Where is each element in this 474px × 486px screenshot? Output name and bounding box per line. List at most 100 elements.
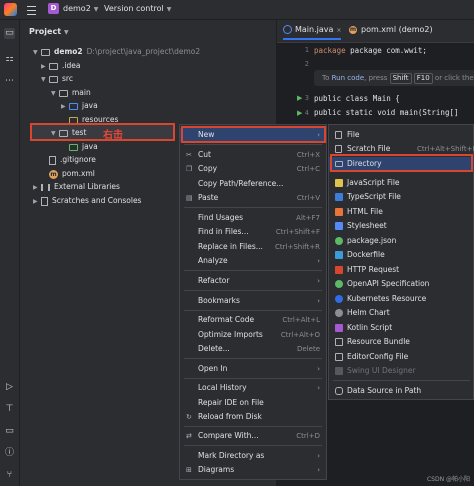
menu-item-optimize-imports[interactable]: Optimize Imports Ctrl+Alt+O [180,328,326,342]
menu-item-paste[interactable]: ▤ Paste Ctrl+V [180,191,326,205]
diagram-icon: ⊞ [186,466,192,474]
scratch-file-icon [335,145,342,153]
menu-item-copy[interactable]: ❐ Copy Ctrl+C [180,162,326,176]
tree-item-label: src [62,74,73,83]
tab-label: pom.xml (demo2) [361,25,433,34]
chevron-down-icon: ▼ [93,6,99,13]
submenu-item-resource-bundle[interactable]: Resource Bundle [329,335,474,349]
menu-item-reload-from-disk[interactable]: ↻ Reload from Disk [180,410,326,424]
openapi-icon [335,280,343,288]
tree-item-pom[interactable]: m pom.xml [49,167,95,180]
menu-item-find-usages[interactable]: Find Usages Alt+F7 [180,211,326,225]
chevron-down-icon[interactable]: ▼ [41,73,49,86]
line-number: 4 [304,109,309,117]
project-folder-icon[interactable]: ▭ [4,28,15,39]
tree-item-test[interactable]: ▼ test [51,126,86,139]
build-hammer-icon[interactable]: ⊤ [4,404,15,415]
menu-item-local-history[interactable]: Local History › [180,381,326,395]
tree-item-src[interactable]: ▼ src [41,72,73,85]
new-highlight-box [181,126,326,143]
chevron-down-icon[interactable]: ▼ [51,87,59,100]
submenu-item-helm-chart[interactable]: Helm Chart [329,306,474,320]
terminal-icon[interactable]: ▭ [4,426,15,437]
submenu-item-kubernetes[interactable]: Kubernetes Resource [329,292,474,306]
menu-item-bookmarks[interactable]: Bookmarks › [180,294,326,308]
tree-item-label: demo2 [54,47,83,56]
structure-icon[interactable]: ⚏ [4,54,15,65]
tab-pom-xml[interactable]: m pom.xml (demo2) [349,25,433,34]
chevron-down-icon: ▼ [166,6,172,13]
tree-item-external-libraries[interactable]: ▶ External Libraries [33,180,120,193]
menu-item-delete[interactable]: Delete... Delete [180,342,326,356]
submenu-item-file[interactable]: File [329,128,474,142]
watermark: CSDN @帕小阳 [426,476,470,483]
problems-icon[interactable]: ⓘ [4,448,15,459]
tree-item-scratches[interactable]: ▶ Scratches and Consoles [33,194,141,207]
line-number: 3 [304,94,309,102]
submenu-item-kotlin-script[interactable]: Kotlin Script [329,321,474,335]
tree-item-main-java[interactable]: ▶ java [61,99,98,112]
git-icon[interactable]: ⑂ [4,470,15,481]
chevron-right-icon[interactable]: ▶ [33,181,41,194]
tree-item-test-java[interactable]: java [69,140,98,153]
menu-item-refactor[interactable]: Refactor › [180,274,326,288]
menu-item-open-in[interactable]: Open In › [180,362,326,376]
editorconfig-icon [335,353,343,361]
menu-item-compare-with[interactable]: ⇄ Compare With... Ctrl+D [180,429,326,443]
project-switcher[interactable]: demo2 ▼ [63,4,98,13]
more-tools-icon[interactable]: ⋯ [4,76,15,87]
hamburger-menu-icon[interactable] [27,3,36,15]
menu-item-repair-ide[interactable]: Repair IDE on File [180,396,326,410]
tree-item-label: main [72,88,91,97]
resource-bundle-icon [335,338,343,346]
submenu-item-javascript-file[interactable]: JavaScript File [329,176,474,190]
submenu-item-typescript-file[interactable]: TypeScript File [329,190,474,204]
menu-item-cut[interactable]: ✂ Cut Ctrl+X [180,148,326,162]
submenu-item-data-source[interactable]: Data Source in Path [329,384,474,398]
chevron-right-icon[interactable]: ▶ [33,195,41,208]
intellij-logo-icon[interactable] [4,3,17,16]
tree-item-demo2[interactable]: ▼ demo2 D:\project\java_project\demo2 [33,45,200,58]
tree-item-label: test [72,128,87,137]
submenu-item-http-request[interactable]: HTTP Request [329,263,474,277]
project-name: demo2 [63,4,91,13]
menu-item-analyze[interactable]: Analyze › [180,254,326,268]
kubernetes-icon [335,295,343,303]
chevron-right-icon: › [317,466,320,474]
menu-item-replace-in-files[interactable]: Replace in Files... Ctrl+Shift+R [180,240,326,254]
submenu-item-html-file[interactable]: HTML File [329,205,474,219]
run-services-icon[interactable]: ▷ [4,382,15,393]
folder-icon [59,129,68,137]
tree-item-main[interactable]: ▼ main [51,86,91,99]
submenu-item-stylesheet[interactable]: Stylesheet [329,219,474,233]
project-panel-title[interactable]: Project ▼ [29,27,69,36]
tab-main-java[interactable]: Main.java × [283,25,342,40]
code-line[interactable]: public class Main { [314,94,400,103]
chevron-right-icon: › [317,297,320,305]
project-badge[interactable]: D [48,3,59,14]
menu-item-find-in-files[interactable]: Find in Files... Ctrl+Shift+F [180,225,326,239]
version-control-widget[interactable]: Version control ▼ [104,4,171,13]
menu-item-mark-directory-as[interactable]: Mark Directory as › [180,449,326,463]
close-icon[interactable]: × [336,27,341,34]
code-line[interactable]: package package com.wwit; [314,46,427,55]
submenu-item-openapi[interactable]: OpenAPI Specification [329,277,474,291]
chevron-down-icon[interactable]: ▼ [33,46,41,59]
tree-item-gitignore[interactable]: .gitignore [49,153,96,166]
code-line[interactable]: public static void main(String[] [314,108,459,117]
source-folder-icon [69,102,78,110]
folder-icon [41,48,50,56]
menu-item-diagrams[interactable]: ⊞ Diagrams › [180,463,326,477]
submenu-item-package-json[interactable]: package.json [329,234,474,248]
menu-item-reformat-code[interactable]: Reformat Code Ctrl+Alt+L [180,313,326,327]
chevron-down-icon[interactable]: ▼ [51,127,59,140]
menu-item-copy-path[interactable]: Copy Path/Reference... [180,177,326,191]
submenu-item-dockerfile[interactable]: Dockerfile [329,248,474,262]
tree-item-label: java [82,142,98,151]
submenu-item-editorconfig[interactable]: EditorConfig File [329,350,474,364]
run-gutter-icon[interactable]: ▶ [297,94,302,102]
tree-item-idea[interactable]: ▶ .idea [41,59,80,72]
run-gutter-icon[interactable]: ▶ [297,109,302,117]
test-folder-icon [69,143,78,151]
chevron-right-icon[interactable]: ▶ [61,100,69,113]
